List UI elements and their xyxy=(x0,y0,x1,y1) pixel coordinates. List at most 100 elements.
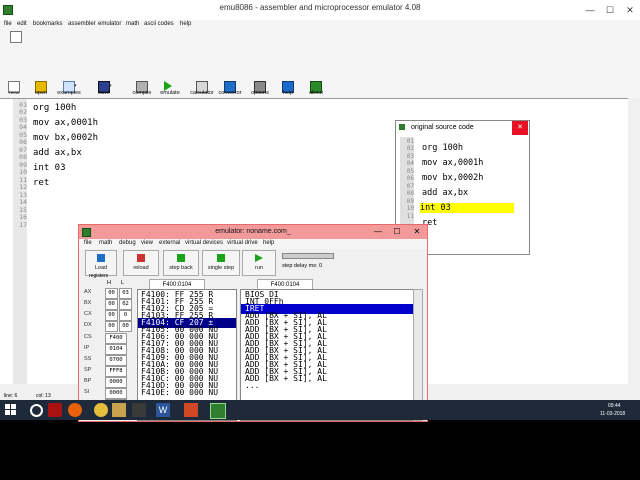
register-label: AX xyxy=(84,289,92,295)
run-label: run xyxy=(255,265,263,271)
run-button[interactable]: run xyxy=(242,250,276,276)
register-label: CX xyxy=(84,311,92,317)
register-ip[interactable]: 0104 xyxy=(105,344,127,355)
maximize-button[interactable]: ☐ xyxy=(600,0,620,20)
menu-math[interactable]: math xyxy=(126,21,139,27)
l-column-label: L xyxy=(121,280,125,286)
calculator-button[interactable]: calculator xyxy=(188,81,216,98)
register-bp[interactable]: 0000 xyxy=(105,377,127,388)
new-button[interactable]: new xyxy=(0,81,28,98)
load-label: Load xyxy=(94,265,108,271)
emu-menu-view[interactable]: view xyxy=(141,240,153,246)
disassembly-row[interactable]: ... xyxy=(245,381,259,391)
play-icon xyxy=(255,254,263,262)
register-bx-low[interactable]: 02 xyxy=(119,299,132,310)
editor-vertical-scrollbar[interactable] xyxy=(628,98,640,384)
step-delay-slider[interactable] xyxy=(282,253,334,259)
app-icon-2[interactable] xyxy=(132,403,146,417)
options-button[interactable]: options xyxy=(246,81,274,98)
register-si[interactable]: 0000 xyxy=(105,388,127,399)
emulator-window: emulator: noname.com_ — ☐ ✕ file math de… xyxy=(78,224,428,422)
menu-help[interactable]: help xyxy=(180,21,191,27)
line-number: 10 xyxy=(19,168,27,176)
emulator-menu-bar: file math debug view external virtual de… xyxy=(79,239,427,249)
folder-icon[interactable] xyxy=(112,403,126,417)
convertor-button[interactable]: convertor xyxy=(216,81,244,98)
emu-menu-math[interactable]: math xyxy=(99,240,112,246)
register-label: DX xyxy=(84,322,92,328)
emu-menu-help[interactable]: help xyxy=(263,240,274,246)
maximize-button[interactable]: ☐ xyxy=(388,225,406,239)
menu-file[interactable]: file xyxy=(4,21,12,27)
register-label: BX xyxy=(84,300,92,306)
line-number: 07 xyxy=(406,183,414,190)
register-dx-low[interactable]: 00 xyxy=(119,321,132,332)
menu-bar: file edit bookmarks assembler emulator m… xyxy=(0,20,640,31)
open-label: open xyxy=(34,90,48,96)
close-button[interactable]: ✕ xyxy=(407,225,427,239)
minimize-button[interactable]: — xyxy=(369,225,387,239)
menu-edit[interactable]: edit xyxy=(17,21,27,27)
single-step-button[interactable]: single step xyxy=(202,250,240,276)
code-line: mov bx,0002h xyxy=(33,133,99,143)
step-back-button[interactable]: step back xyxy=(163,250,199,276)
line-number: 08 xyxy=(406,190,414,197)
emu-menu-virtual-drive[interactable]: virtual drive xyxy=(227,240,258,246)
register-ss[interactable]: 0700 xyxy=(105,355,127,366)
step-back-label: step back xyxy=(169,265,193,271)
code-line: org 100h xyxy=(33,103,77,113)
emu8086-taskbar-icon[interactable] xyxy=(210,403,226,419)
close-button[interactable]: ✕ xyxy=(620,0,640,20)
step-back-icon xyxy=(177,254,185,262)
emu-menu-debug[interactable]: debug xyxy=(119,240,136,246)
start-button[interactable] xyxy=(4,403,18,417)
line-number: 17 xyxy=(19,221,27,229)
word-icon[interactable]: W xyxy=(156,403,170,417)
compile-button[interactable]: compile xyxy=(128,81,156,98)
register-ax-low[interactable]: 03 xyxy=(119,288,132,299)
firefox-icon[interactable] xyxy=(68,403,82,417)
source-line: org 100h xyxy=(422,143,463,153)
line-number: 14 xyxy=(19,198,27,206)
emu-menu-file[interactable]: file xyxy=(84,240,92,246)
search-icon[interactable] xyxy=(30,404,43,417)
emulator-toolbar: Load reload step back single step run st… xyxy=(79,249,427,277)
register-label: SI xyxy=(84,389,90,395)
chrome-icon[interactable] xyxy=(94,403,108,417)
single-step-icon xyxy=(217,254,225,262)
minimize-button[interactable]: — xyxy=(580,0,600,20)
emu-menu-virtual-devices[interactable]: virtual devices xyxy=(185,240,223,246)
memory-row[interactable]: F410E: 00 000 NU xyxy=(141,388,218,398)
menu-ascii-codes[interactable]: ascii codes xyxy=(144,21,174,27)
examples-button[interactable]: examples ▾ xyxy=(55,81,83,98)
about-button[interactable]: about xyxy=(302,81,330,98)
menu-bookmarks[interactable]: bookmarks xyxy=(33,21,62,27)
app-icon-1[interactable] xyxy=(48,403,62,417)
open-button[interactable]: open xyxy=(27,81,55,98)
line-number: 01 xyxy=(406,138,414,145)
help-button[interactable]: help xyxy=(274,81,302,98)
line-number: 12 xyxy=(19,183,27,191)
powerpoint-icon[interactable] xyxy=(184,403,198,417)
line-number: 16 xyxy=(19,213,27,221)
register-cs[interactable]: F400 xyxy=(105,333,127,344)
menu-emulator[interactable]: emulator xyxy=(98,21,121,27)
register-sp[interactable]: FFF8 xyxy=(105,366,127,377)
reload-button[interactable]: reload xyxy=(123,250,159,276)
menu-assembler[interactable]: assembler xyxy=(68,21,96,27)
close-button[interactable]: ✕ xyxy=(512,121,528,135)
status-col: col: 13 xyxy=(36,393,51,399)
register-ax-high[interactable]: 00 xyxy=(105,288,118,299)
options-label: options xyxy=(251,90,269,96)
register-dx-high[interactable]: 00 xyxy=(105,321,118,332)
clock-time: 09:44 xyxy=(608,403,621,409)
save-button[interactable]: save ▾ xyxy=(90,81,118,98)
emu-menu-external[interactable]: external xyxy=(159,240,180,246)
window-title: emu8086 - assembler and microprocessor e… xyxy=(219,3,421,12)
register-bx-high[interactable]: 00 xyxy=(105,299,118,310)
register-cx-high[interactable]: 00 xyxy=(105,310,118,321)
register-cx-low[interactable]: 0 xyxy=(119,310,132,321)
emulate-button[interactable]: emulate xyxy=(156,81,184,98)
source-window-title: original source code xyxy=(411,124,474,131)
status-line: line: 6 xyxy=(4,393,18,399)
